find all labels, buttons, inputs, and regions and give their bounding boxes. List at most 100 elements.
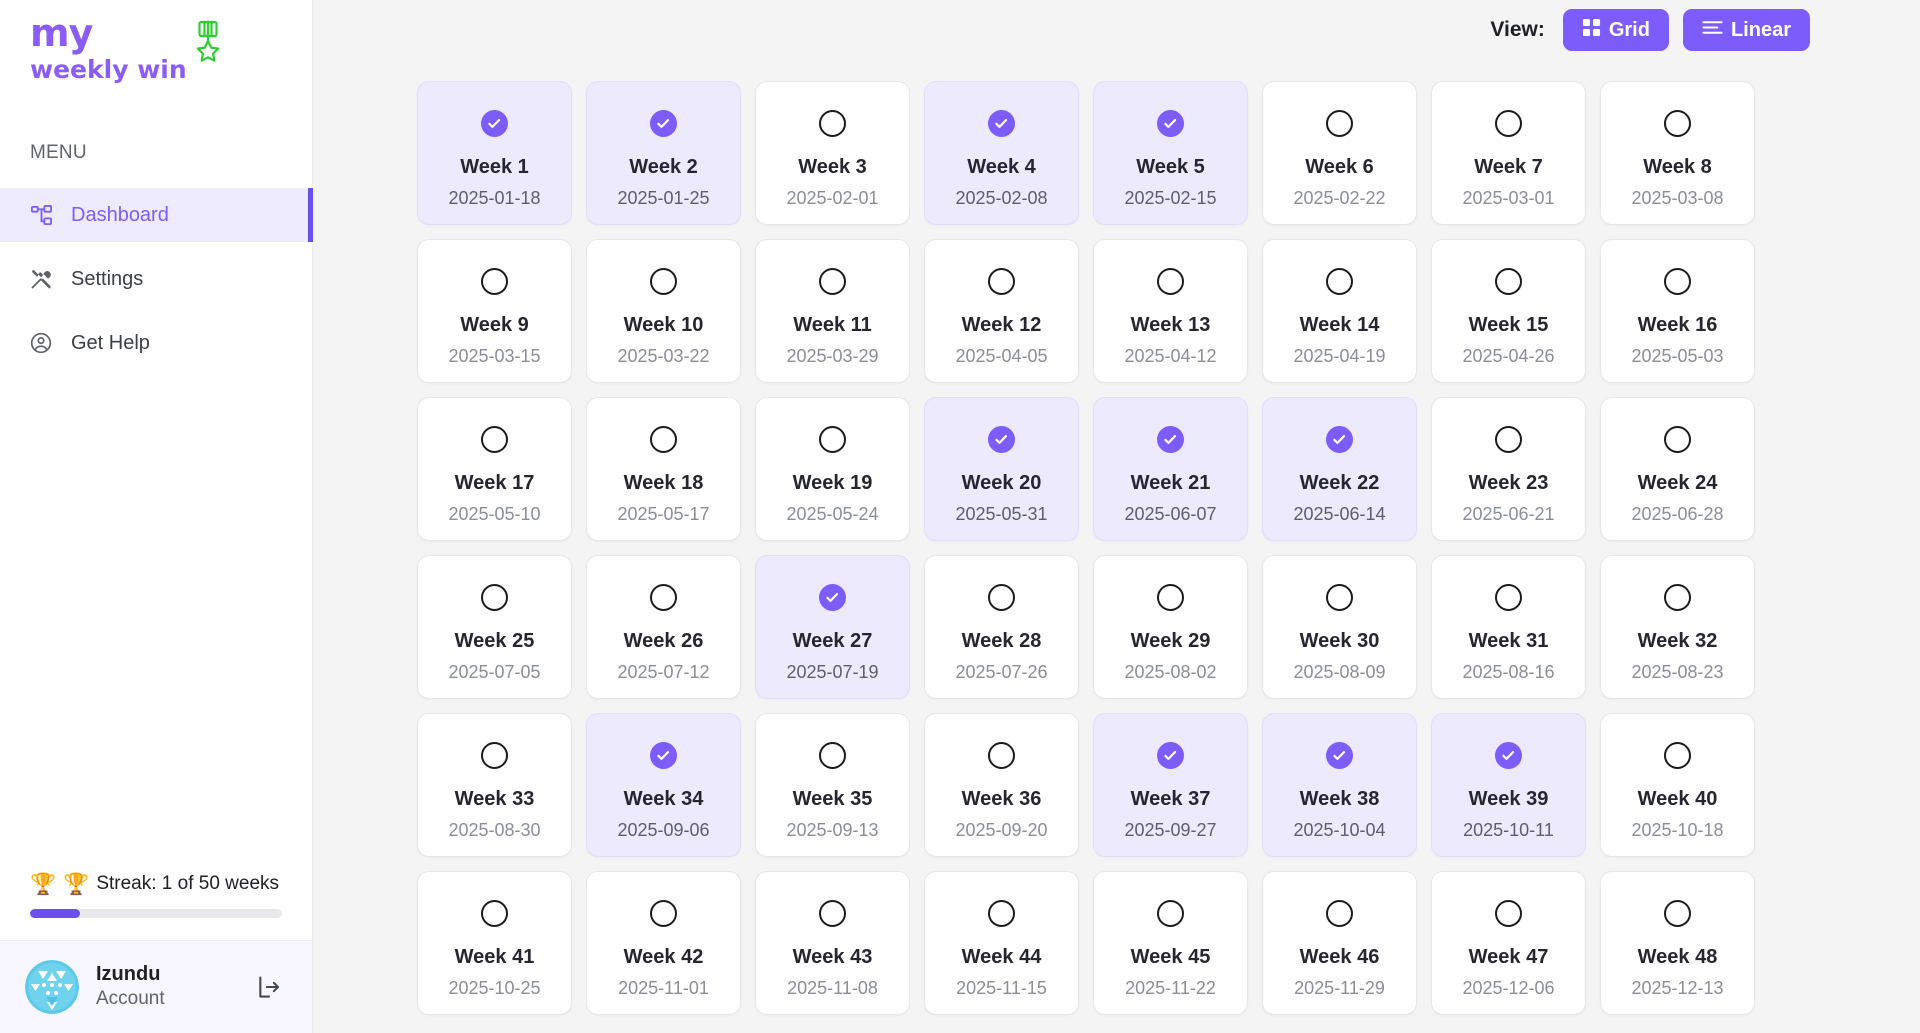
empty-circle-icon[interactable] (1664, 110, 1691, 137)
week-card[interactable]: Week 41 2025-10-25 (417, 871, 572, 1015)
empty-circle-icon[interactable] (481, 584, 508, 611)
week-card[interactable]: Week 44 2025-11-15 (924, 871, 1079, 1015)
week-card[interactable]: Week 26 2025-07-12 (586, 555, 741, 699)
empty-circle-icon[interactable] (1495, 900, 1522, 927)
week-card[interactable]: Week 46 2025-11-29 (1262, 871, 1417, 1015)
week-card[interactable]: Week 31 2025-08-16 (1431, 555, 1586, 699)
view-linear-button[interactable]: Linear (1682, 9, 1810, 51)
check-circle-icon[interactable] (1157, 426, 1184, 453)
week-card[interactable]: Week 3 2025-02-01 (755, 81, 910, 225)
empty-circle-icon[interactable] (1326, 268, 1353, 295)
week-card[interactable]: Week 47 2025-12-06 (1431, 871, 1586, 1015)
view-grid-button[interactable]: Grid (1562, 9, 1669, 51)
week-card[interactable]: Week 1 2025-01-18 (417, 81, 572, 225)
week-card[interactable]: Week 13 2025-04-12 (1093, 239, 1248, 383)
week-card[interactable]: Week 34 2025-09-06 (586, 713, 741, 857)
week-card[interactable]: Week 30 2025-08-09 (1262, 555, 1417, 699)
empty-circle-icon[interactable] (988, 584, 1015, 611)
week-card[interactable]: Week 37 2025-09-27 (1093, 713, 1248, 857)
empty-circle-icon[interactable] (819, 268, 846, 295)
empty-circle-icon[interactable] (1326, 110, 1353, 137)
week-card[interactable]: Week 14 2025-04-19 (1262, 239, 1417, 383)
week-card[interactable]: Week 48 2025-12-13 (1600, 871, 1755, 1015)
empty-circle-icon[interactable] (650, 900, 677, 927)
week-card[interactable]: Week 23 2025-06-21 (1431, 397, 1586, 541)
empty-circle-icon[interactable] (1326, 900, 1353, 927)
empty-circle-icon[interactable] (1664, 900, 1691, 927)
sidebar-item-settings[interactable]: Settings (0, 252, 312, 306)
empty-circle-icon[interactable] (1157, 584, 1184, 611)
empty-circle-icon[interactable] (1495, 426, 1522, 453)
week-card[interactable]: Week 17 2025-05-10 (417, 397, 572, 541)
empty-circle-icon[interactable] (481, 900, 508, 927)
week-card[interactable]: Week 29 2025-08-02 (1093, 555, 1248, 699)
week-card[interactable]: Week 6 2025-02-22 (1262, 81, 1417, 225)
week-card[interactable]: Week 28 2025-07-26 (924, 555, 1079, 699)
empty-circle-icon[interactable] (1157, 268, 1184, 295)
sidebar-item-get-help[interactable]: Get Help (0, 316, 312, 370)
week-card[interactable]: Week 19 2025-05-24 (755, 397, 910, 541)
week-card[interactable]: Week 40 2025-10-18 (1600, 713, 1755, 857)
check-circle-icon[interactable] (1326, 426, 1353, 453)
week-card[interactable]: Week 4 2025-02-08 (924, 81, 1079, 225)
empty-circle-icon[interactable] (1664, 584, 1691, 611)
week-card[interactable]: Week 8 2025-03-08 (1600, 81, 1755, 225)
check-circle-icon[interactable] (988, 426, 1015, 453)
empty-circle-icon[interactable] (481, 742, 508, 769)
week-card[interactable]: Week 15 2025-04-26 (1431, 239, 1586, 383)
week-card[interactable]: Week 39 2025-10-11 (1431, 713, 1586, 857)
empty-circle-icon[interactable] (1495, 110, 1522, 137)
week-card[interactable]: Week 11 2025-03-29 (755, 239, 910, 383)
empty-circle-icon[interactable] (650, 584, 677, 611)
week-card[interactable]: Week 33 2025-08-30 (417, 713, 572, 857)
week-card[interactable]: Week 25 2025-07-05 (417, 555, 572, 699)
week-card[interactable]: Week 21 2025-06-07 (1093, 397, 1248, 541)
empty-circle-icon[interactable] (819, 742, 846, 769)
check-circle-icon[interactable] (1326, 742, 1353, 769)
empty-circle-icon[interactable] (481, 268, 508, 295)
empty-circle-icon[interactable] (819, 110, 846, 137)
empty-circle-icon[interactable] (1495, 268, 1522, 295)
check-circle-icon[interactable] (1157, 742, 1184, 769)
week-card[interactable]: Week 42 2025-11-01 (586, 871, 741, 1015)
week-card[interactable]: Week 18 2025-05-17 (586, 397, 741, 541)
week-card[interactable]: Week 32 2025-08-23 (1600, 555, 1755, 699)
sidebar-item-dashboard[interactable]: Dashboard (0, 188, 313, 242)
empty-circle-icon[interactable] (819, 426, 846, 453)
empty-circle-icon[interactable] (1664, 268, 1691, 295)
logout-icon[interactable] (252, 970, 286, 1004)
check-circle-icon[interactable] (1495, 742, 1522, 769)
check-circle-icon[interactable] (481, 110, 508, 137)
empty-circle-icon[interactable] (988, 742, 1015, 769)
week-card[interactable]: Week 36 2025-09-20 (924, 713, 1079, 857)
week-card[interactable]: Week 24 2025-06-28 (1600, 397, 1755, 541)
empty-circle-icon[interactable] (650, 268, 677, 295)
week-card[interactable]: Week 10 2025-03-22 (586, 239, 741, 383)
week-card[interactable]: Week 12 2025-04-05 (924, 239, 1079, 383)
account-section[interactable]: Izundu Account (0, 940, 312, 1033)
week-card[interactable]: Week 5 2025-02-15 (1093, 81, 1248, 225)
check-circle-icon[interactable] (650, 110, 677, 137)
empty-circle-icon[interactable] (988, 900, 1015, 927)
empty-circle-icon[interactable] (1664, 426, 1691, 453)
week-card[interactable]: Week 43 2025-11-08 (755, 871, 910, 1015)
week-card[interactable]: Week 38 2025-10-04 (1262, 713, 1417, 857)
week-card[interactable]: Week 16 2025-05-03 (1600, 239, 1755, 383)
check-circle-icon[interactable] (819, 584, 846, 611)
check-circle-icon[interactable] (650, 742, 677, 769)
empty-circle-icon[interactable] (819, 900, 846, 927)
week-card[interactable]: Week 27 2025-07-19 (755, 555, 910, 699)
week-card[interactable]: Week 7 2025-03-01 (1431, 81, 1586, 225)
empty-circle-icon[interactable] (1326, 584, 1353, 611)
empty-circle-icon[interactable] (1664, 742, 1691, 769)
empty-circle-icon[interactable] (1157, 900, 1184, 927)
empty-circle-icon[interactable] (988, 268, 1015, 295)
empty-circle-icon[interactable] (481, 426, 508, 453)
check-circle-icon[interactable] (1157, 110, 1184, 137)
week-card[interactable]: Week 20 2025-05-31 (924, 397, 1079, 541)
week-card[interactable]: Week 35 2025-09-13 (755, 713, 910, 857)
check-circle-icon[interactable] (988, 110, 1015, 137)
empty-circle-icon[interactable] (650, 426, 677, 453)
week-card[interactable]: Week 2 2025-01-25 (586, 81, 741, 225)
week-card[interactable]: Week 9 2025-03-15 (417, 239, 572, 383)
